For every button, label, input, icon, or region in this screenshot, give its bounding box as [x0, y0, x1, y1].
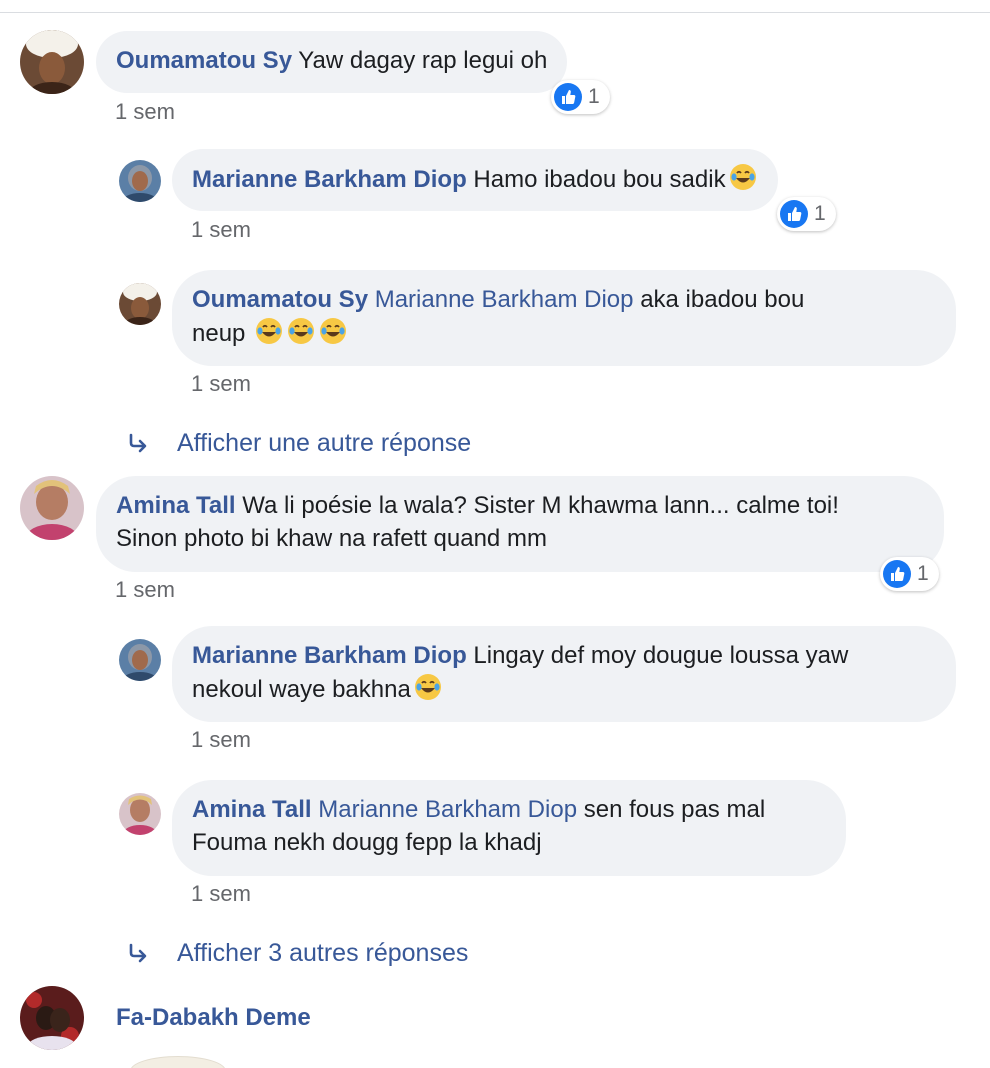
reply-bubble: Amina Tall Marianne Barkham Diop sen fou…	[172, 780, 846, 876]
reply-text-line2: neup	[192, 320, 246, 347]
reply-text-line2: nekoul waye bakhna	[192, 676, 411, 703]
more-replies-label[interactable]: Afficher une autre réponse	[177, 429, 471, 458]
next-reply-avatar[interactable]	[130, 1056, 226, 1068]
reply-text: sen fous pas mal	[583, 796, 766, 823]
reply-mention[interactable]: Marianne Barkham Diop	[318, 796, 577, 823]
avatar-amina-tall[interactable]	[119, 793, 161, 835]
reply-time[interactable]: 1 sem	[191, 881, 251, 907]
reply-arrow-icon	[129, 433, 147, 452]
reply-author[interactable]: Marianne Barkham Diop	[192, 166, 467, 193]
reaction-count: 1	[917, 562, 929, 585]
reply-text-line2: Fouma nekh dougg fepp la khadj	[192, 829, 542, 856]
reply-bubble: Marianne Barkham Diop Hamo ibadou bou sa…	[172, 149, 778, 211]
reaction-count: 1	[814, 202, 826, 225]
comment-author[interactable]: Oumamatou Sy	[116, 47, 292, 74]
tears-of-joy-emoji	[288, 318, 315, 344]
reply-time[interactable]: 1 sem	[191, 217, 251, 243]
comment-author[interactable]: Amina Tall	[116, 492, 236, 519]
reply-bubble: Marianne Barkham Diop Lingay def moy dou…	[172, 626, 956, 722]
comment-text: Wa li poésie la wala? Sister M khawma la…	[242, 492, 839, 519]
reply-bubble: Oumamatou Sy Marianne Barkham Diop aka i…	[172, 270, 956, 366]
reaction-badge[interactable]: 1	[880, 557, 939, 591]
reply-time[interactable]: 1 sem	[191, 371, 251, 397]
top-divider	[0, 12, 990, 13]
like-thumb-icon	[883, 560, 911, 588]
comment-author-row: Fa-Dabakh Deme	[116, 1004, 311, 1032]
avatar-oumamatou-sy[interactable]	[20, 30, 84, 94]
reply-author[interactable]: Oumamatou Sy	[192, 286, 368, 313]
comment-author[interactable]: Fa-Dabakh Deme	[116, 1004, 311, 1031]
avatar-marianne-barkham-diop[interactable]	[119, 639, 161, 681]
avatar-amina-tall[interactable]	[20, 476, 84, 540]
tears-of-joy-emoji	[414, 674, 441, 700]
reply-arrow-icon	[129, 943, 147, 962]
reply-mention[interactable]: Marianne Barkham Diop	[375, 286, 634, 313]
tears-of-joy-emoji	[256, 318, 283, 344]
tears-of-joy-emoji	[320, 318, 347, 344]
like-thumb-icon	[780, 200, 808, 228]
tears-of-joy-emoji	[729, 164, 756, 190]
like-thumb-icon	[554, 83, 582, 111]
reaction-badge[interactable]: 1	[551, 80, 610, 114]
reply-text: Hamo ibadou bou sadik	[473, 166, 726, 193]
avatar-marianne-barkham-diop[interactable]	[119, 160, 161, 202]
reply-text: Lingay def moy dougue loussa yaw	[473, 642, 849, 669]
comment-text: Yaw dagay rap legui oh	[298, 47, 548, 74]
comment-time[interactable]: 1 sem	[115, 99, 175, 125]
reply-time[interactable]: 1 sem	[191, 727, 251, 753]
reply-author[interactable]: Marianne Barkham Diop	[192, 642, 467, 669]
more-replies-link[interactable]: Afficher 3 autres réponses	[127, 939, 468, 968]
avatar-oumamatou-sy[interactable]	[119, 283, 161, 325]
comment-time[interactable]: 1 sem	[115, 577, 175, 603]
reaction-badge[interactable]: 1	[777, 197, 836, 231]
more-replies-link[interactable]: Afficher une autre réponse	[127, 429, 471, 458]
reply-author[interactable]: Amina Tall	[192, 796, 312, 823]
comment-text-line2: Sinon photo bi khaw na rafett quand mm	[116, 525, 547, 552]
more-replies-label[interactable]: Afficher 3 autres réponses	[177, 939, 468, 968]
reaction-count: 1	[588, 85, 600, 108]
avatar-fa-dabakh-deme[interactable]	[20, 986, 84, 1050]
comment-bubble: Oumamatou Sy Yaw dagay rap legui oh	[96, 31, 568, 93]
comment-bubble: Amina Tall Wa li poésie la wala? Sister …	[96, 476, 944, 572]
reply-text: aka ibadou bou	[640, 286, 805, 313]
